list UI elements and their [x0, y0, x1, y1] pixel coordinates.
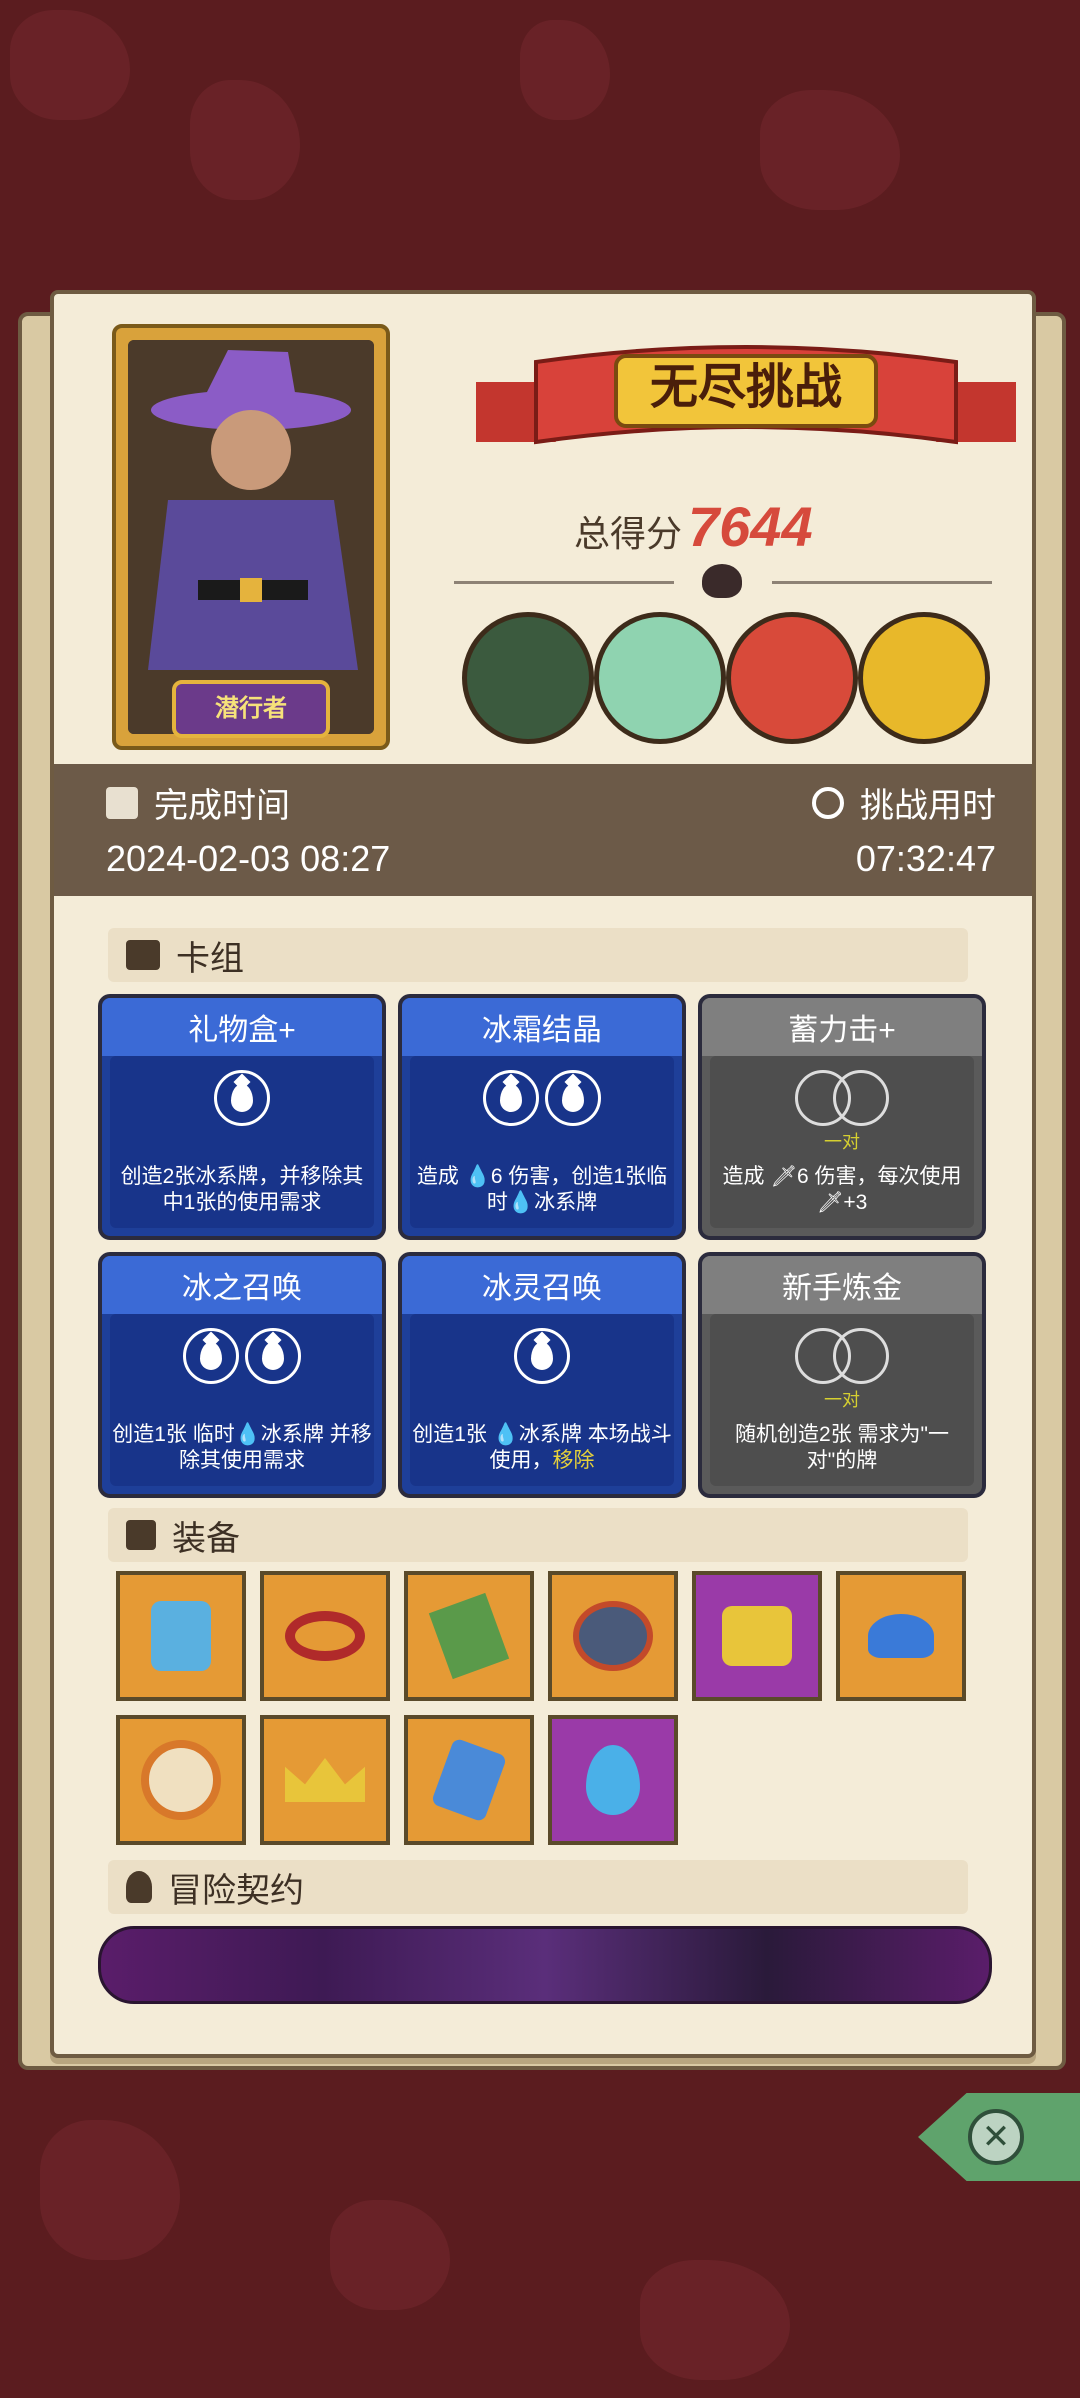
card-title: 礼物盒+	[102, 998, 382, 1056]
card-title: 冰灵召唤	[402, 1256, 682, 1314]
bg-pattern	[10, 10, 130, 120]
green-helmet-boss-icon[interactable]	[462, 612, 594, 744]
equipment-section-header: 装备	[108, 1508, 968, 1562]
stopwatch-icon	[812, 786, 844, 819]
card-desc-highlight: 移除	[552, 1449, 595, 1472]
equipment-section-title: 装备	[172, 1519, 240, 1558]
card-novice-alchemy[interactable]: 新手炼金 一对 随机创造2张 需求为"一对"的牌	[698, 1252, 986, 1498]
cards-icon	[126, 940, 160, 970]
card-desc: 创造1张 💧冰系牌 本场战斗使用，移除	[412, 1422, 672, 1474]
card-desc: 创造1张 临时💧冰系牌 并移除其使用需求	[112, 1423, 372, 1472]
ice-shield-icon[interactable]	[116, 1571, 246, 1701]
banner-title: 无尽挑战	[649, 361, 842, 414]
score-value: 7644	[688, 495, 813, 558]
challenge-time-label-row: 挑战用时	[812, 778, 996, 827]
water-drop-icon	[562, 1084, 584, 1112]
cube-icon	[126, 1520, 156, 1550]
ice-bottle-icon[interactable]	[404, 1715, 534, 1845]
pair-label: 一对	[824, 1390, 860, 1410]
card-title: 新手炼金	[702, 1256, 982, 1314]
contract-section-header: 冒险契约	[108, 1860, 968, 1914]
bg-pattern	[640, 2260, 790, 2380]
card-desc: 造成 🗡6 伤害，每次使用🗡+3	[722, 1165, 962, 1214]
skull-crest-icon	[702, 564, 742, 598]
card-cost	[102, 1070, 382, 1126]
card-desc: 随机创造2张 需求为"一对"的牌	[735, 1423, 949, 1472]
contract-section-title: 冒险契约	[168, 1871, 304, 1910]
bg-pattern	[330, 2200, 450, 2310]
card-cost	[402, 1070, 682, 1126]
info-bar: 完成时间 2024-02-03 08:27 挑战用时 07:32:47	[54, 764, 1032, 896]
pair-label: 一对	[824, 1132, 860, 1152]
lava-bowl-icon[interactable]	[548, 1571, 678, 1701]
moss-book-icon[interactable]	[404, 1571, 534, 1701]
close-button[interactable]: ✕	[918, 2093, 1080, 2181]
eye-coin-icon[interactable]	[116, 1715, 246, 1845]
total-score: 总得分 7644	[574, 494, 813, 559]
bg-pattern	[760, 90, 900, 210]
character-art	[128, 340, 374, 734]
card-desc: 造成 💧6 伤害，创造1张临时💧冰系牌	[416, 1165, 668, 1214]
divider-right	[772, 581, 992, 584]
deck-section-title: 卡组	[176, 939, 244, 978]
complete-time-label-row: 完成时间	[106, 778, 290, 827]
challenge-time-value: 07:32:47	[855, 838, 996, 879]
water-drop-icon	[500, 1084, 522, 1112]
card-gift-box[interactable]: 礼物盒+ 创造2张冰系牌，并移除其中1张的使用需求	[98, 994, 386, 1240]
card-cost	[702, 1328, 982, 1384]
deck-section-header: 卡组	[108, 928, 968, 982]
bg-pattern	[190, 80, 300, 200]
golden-crown-icon[interactable]	[260, 1715, 390, 1845]
character-name: 潜行者	[172, 680, 330, 738]
water-drop-icon	[262, 1342, 284, 1370]
bg-pattern	[520, 20, 610, 120]
challenge-time-label: 挑战用时	[860, 787, 996, 825]
water-drop-icon	[200, 1342, 222, 1370]
card-ice-spirit-summon[interactable]: 冰灵召唤 创造1张 💧冰系牌 本场战斗使用，移除	[398, 1252, 686, 1498]
card-cost	[702, 1070, 982, 1126]
complete-time-value: 2024-02-03 08:27	[106, 838, 391, 879]
water-drop-icon[interactable]	[548, 1715, 678, 1845]
card-title: 蓄力击+	[702, 998, 982, 1056]
blue-mushroom-icon[interactable]	[836, 1571, 966, 1701]
card-desc: 创造2张冰系牌，并移除其中1张的使用需求	[120, 1165, 364, 1214]
card-ice-summon[interactable]: 冰之召唤 创造1张 临时💧冰系牌 并移除其使用需求	[98, 1252, 386, 1498]
card-title: 冰之召唤	[102, 1256, 382, 1314]
person-icon	[126, 1871, 152, 1903]
character-portrait: 潜行者	[112, 324, 390, 750]
endless-challenge-banner: 无尽挑战	[476, 342, 1016, 445]
score-label: 总得分	[574, 513, 683, 554]
spiked-collar-icon[interactable]	[260, 1571, 390, 1701]
golden-dice-icon[interactable]	[692, 1571, 822, 1701]
result-panel: 潜行者 无尽挑战 总得分 7644 完成时间 2024-02-03 08:27 …	[50, 290, 1036, 2058]
bg-pattern	[40, 2120, 180, 2260]
calendar-icon	[106, 786, 138, 819]
card-charge-strike[interactable]: 蓄力击+ 一对 造成 🗡6 伤害，每次使用🗡+3	[698, 994, 986, 1240]
contract-icons-strip[interactable]	[98, 1926, 992, 2004]
card-cost	[102, 1328, 382, 1384]
lizard-boss-icon[interactable]	[594, 612, 726, 744]
divider-left	[454, 581, 674, 584]
skull-boss-icon[interactable]	[726, 612, 858, 744]
water-drop-icon	[231, 1084, 253, 1112]
water-drop-icon	[531, 1342, 553, 1370]
card-title: 冰霜结晶	[402, 998, 682, 1056]
card-cost	[402, 1328, 682, 1384]
complete-time-label: 完成时间	[154, 787, 290, 825]
close-icon: ✕	[968, 2109, 1024, 2165]
sunflower-boss-icon[interactable]	[858, 612, 990, 744]
card-frost-crystal[interactable]: 冰霜结晶 造成 💧6 伤害，创造1张临时💧冰系牌	[398, 994, 686, 1240]
card-desc-text: 创造1张 💧冰系牌 本场战斗使用，	[412, 1423, 672, 1472]
